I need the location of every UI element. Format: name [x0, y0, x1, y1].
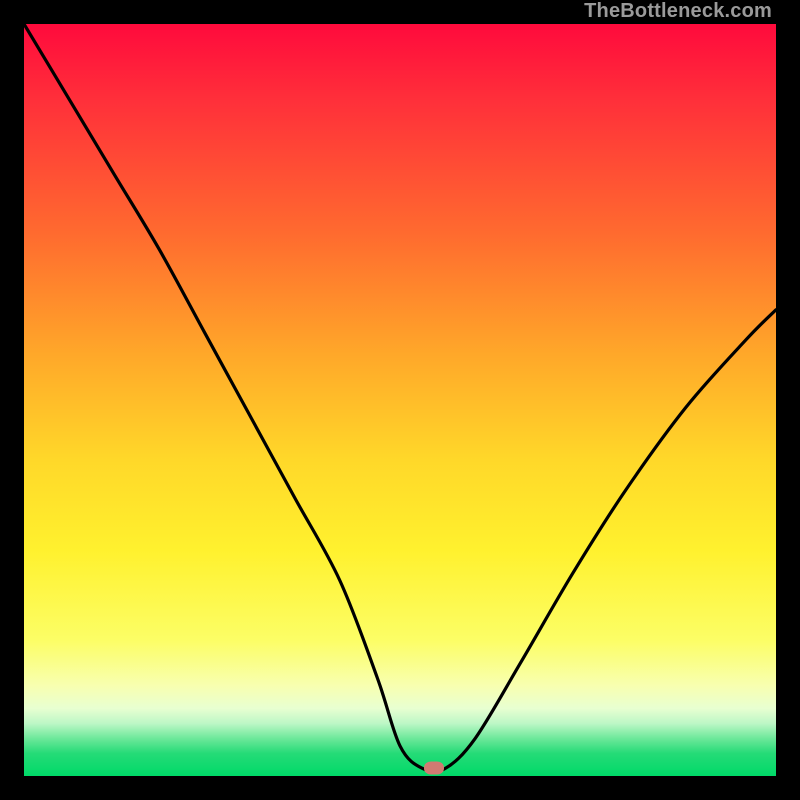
chart-frame: TheBottleneck.com [0, 0, 800, 800]
plot-area [24, 24, 776, 776]
bottleneck-curve [24, 24, 776, 776]
watermark-label: TheBottleneck.com [584, 0, 772, 23]
optimal-marker-icon [424, 762, 444, 775]
